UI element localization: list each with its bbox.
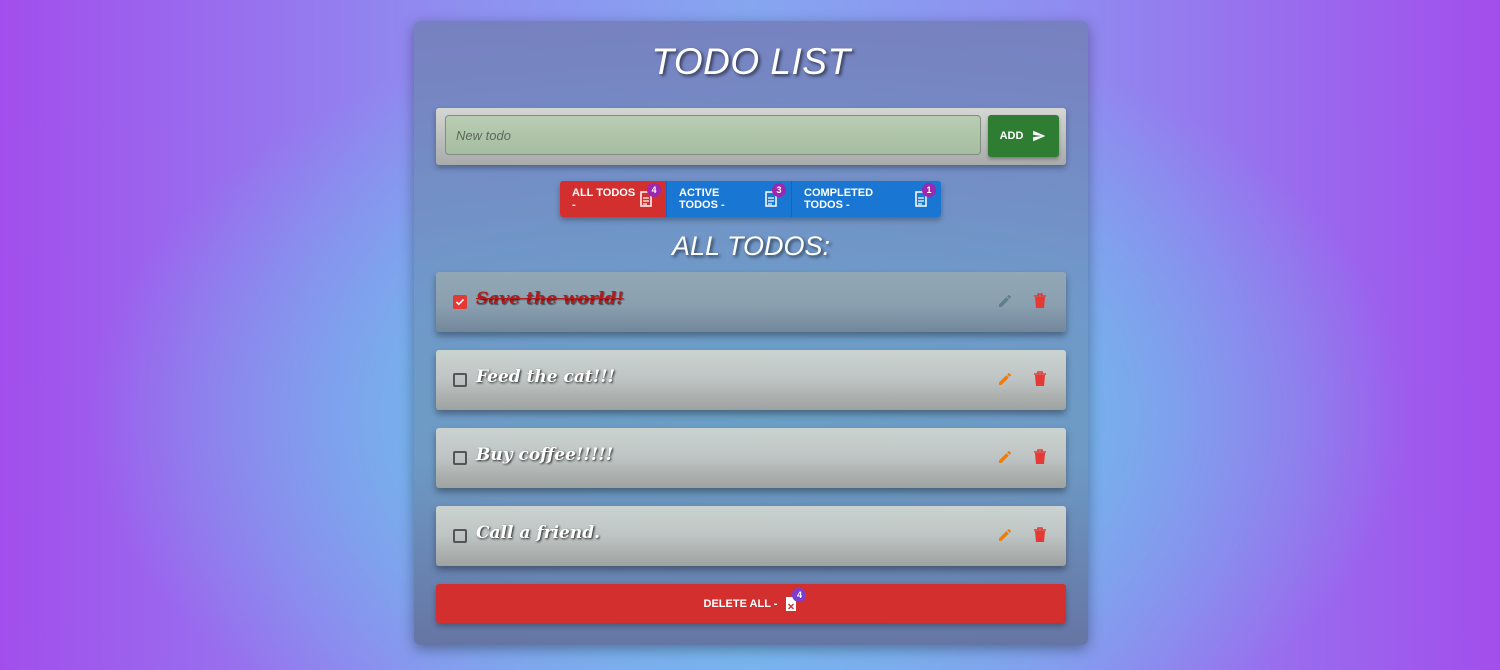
new-todo-input[interactable] xyxy=(445,115,981,155)
edit-icon[interactable] xyxy=(997,293,1013,309)
document-icon: 3 xyxy=(764,183,786,207)
filter-active-label: ACTIVE TODOS - xyxy=(679,187,725,211)
todo-item: Buy coffee!!!!! xyxy=(436,428,1066,488)
edit-icon[interactable] xyxy=(997,371,1013,387)
delete-document-icon: 4 xyxy=(784,587,807,612)
todo-text: Buy coffee!!!!! xyxy=(476,445,614,465)
filter-active-todos-button[interactable]: ACTIVE TODOS - 3 xyxy=(666,181,791,217)
delete-icon[interactable] xyxy=(1033,527,1047,543)
todo-item: Call a friend. xyxy=(436,506,1066,566)
send-icon xyxy=(1033,130,1046,142)
delete-icon[interactable] xyxy=(1033,293,1047,309)
count-badge: 4 xyxy=(792,587,807,602)
filter-all-todos-button[interactable]: ALL TODOS - 4 xyxy=(560,181,666,217)
filter-button-group: ALL TODOS - 4 ACTIVE TODOS - 3 COMPLETED… xyxy=(560,181,941,217)
todo-item: Feed the cat!!! xyxy=(436,350,1066,410)
todo-checkbox[interactable] xyxy=(453,529,467,543)
document-icon: 4 xyxy=(639,183,661,207)
delete-all-button[interactable]: DELETE ALL - 4 xyxy=(436,584,1066,623)
count-badge: 4 xyxy=(647,183,661,197)
todo-item: Save the world! xyxy=(436,272,1066,332)
delete-icon[interactable] xyxy=(1033,371,1047,387)
edit-icon[interactable] xyxy=(997,449,1013,465)
filter-completed-todos-button[interactable]: COMPLETED TODOS - 1 xyxy=(791,181,941,217)
add-todo-bar: ADD xyxy=(436,108,1066,165)
todo-text: Call a friend. xyxy=(476,523,601,543)
todo-checkbox[interactable] xyxy=(453,295,467,309)
filter-all-label: ALL TODOS - xyxy=(572,187,636,211)
todo-card: TODO LIST ADD ALL TODOS - 4 ACTIVE TODOS… xyxy=(414,21,1088,645)
section-title: ALL TODOS: xyxy=(671,231,831,261)
document-icon: 1 xyxy=(914,183,936,207)
count-badge: 1 xyxy=(922,183,936,197)
count-badge: 3 xyxy=(772,183,786,197)
page-title: TODO LIST xyxy=(651,41,851,82)
todo-text: Feed the cat!!! xyxy=(476,367,616,387)
delete-all-label: DELETE ALL - xyxy=(703,597,778,610)
todo-checkbox[interactable] xyxy=(453,373,467,387)
todo-checkbox[interactable] xyxy=(453,451,467,465)
add-button-label: ADD xyxy=(999,130,1024,142)
todo-text: Save the world! xyxy=(476,289,624,309)
delete-icon[interactable] xyxy=(1033,449,1047,465)
edit-icon[interactable] xyxy=(997,527,1013,543)
add-button[interactable]: ADD xyxy=(988,115,1059,157)
filter-completed-label: COMPLETED TODOS - xyxy=(804,187,874,211)
